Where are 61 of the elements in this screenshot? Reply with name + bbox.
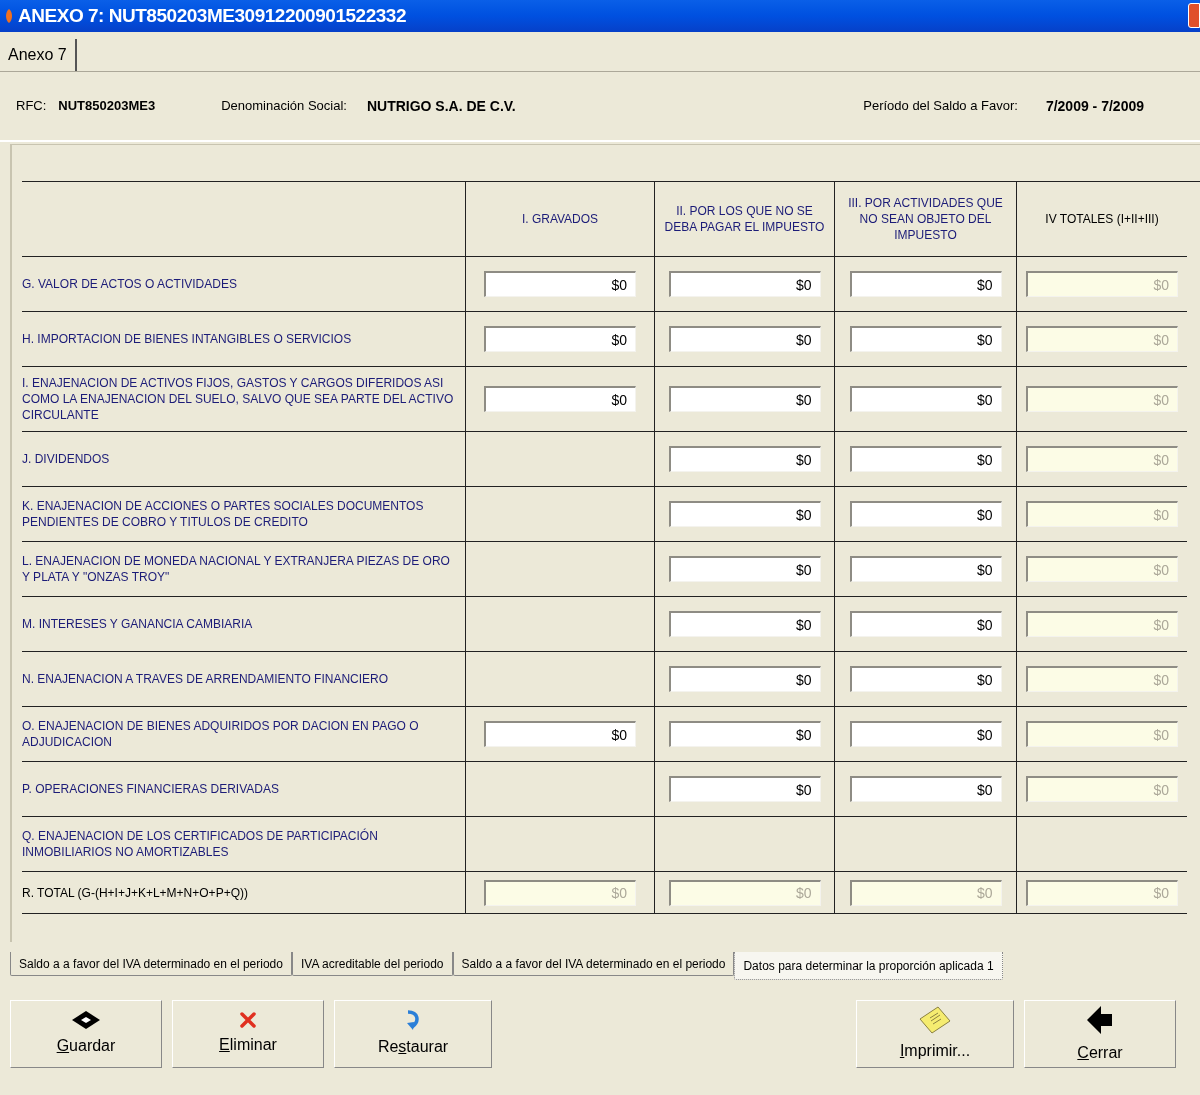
row-label: K. ENAJENACION DE ACCIONES O PARTES SOCIALES DOCUMENTOS PENDIENTES DE COBRO Y TITULOS DE CREDITO	[22, 498, 425, 530]
amount-field[interactable]: $0	[668, 721, 821, 747]
amount-field[interactable]: $0	[849, 386, 1002, 412]
rfc-label: RFC:	[16, 97, 47, 116]
action-button[interactable]: Imprimir...	[856, 1000, 1014, 1068]
row-label: J. DIVIDENDOS	[22, 451, 110, 467]
amount-field[interactable]: $0	[668, 386, 821, 412]
tab[interactable]: Saldo a a favor del IVA determinado en el periodo	[452, 952, 735, 976]
column-header: II. POR LOS QUE NO SE DEBA PAGAR EL IMPUESTO	[663, 203, 826, 235]
row-label: R. TOTAL (G-(H+I+J+K+L+M+N+O+P+Q))	[22, 884, 248, 901]
app-icon	[4, 8, 14, 24]
action-button[interactable]: Eliminar	[172, 1000, 324, 1068]
action-button[interactable]: Restaurar	[334, 1000, 492, 1068]
amount-field[interactable]: $0	[849, 776, 1002, 802]
amount-field[interactable]: $0	[668, 446, 821, 472]
amount-field[interactable]: $0	[849, 501, 1002, 527]
amount-field[interactable]: $0	[849, 611, 1002, 637]
company-name-value: NUTRIGO S.A. DE C.V.	[366, 96, 516, 116]
amount-field[interactable]: $0	[484, 386, 636, 412]
curved-arrow-icon	[404, 1009, 422, 1031]
amount-field[interactable]: $0	[849, 666, 1002, 692]
x-icon	[239, 1011, 257, 1029]
row-label: M. INTERESES Y GANANCIA CAMBIARIA	[22, 616, 253, 632]
period-value: 7/2009 - 7/2009	[1045, 96, 1144, 116]
column-header: IV TOTALES (I+II+III)	[1045, 211, 1159, 227]
rfc-value: NUT850203ME3	[58, 97, 156, 116]
column-header: I. GRAVADOS	[521, 211, 599, 227]
row-label: O. ENAJENACION DE BIENES ADQUIRIDOS POR DACION EN PAGO O ADJUDICACION	[22, 718, 420, 750]
row-label: N. ENAJENACION A TRAVES DE ARRENDAMIENTO FINANCIERO	[22, 671, 389, 687]
amount-field[interactable]: $0	[668, 611, 821, 637]
tab[interactable]: IVA acreditable del periodo	[291, 952, 453, 976]
row-label: I. ENAJENACION DE ACTIVOS FIJOS, GASTOS Y CARGOS DIFERIDOS ASI COMO LA ENAJENACION DEL SUELO, SALVO QUE SEA PARTE DEL ACTIVO CIRCULANTE	[22, 375, 455, 423]
close-button[interactable]	[1188, 3, 1200, 28]
company-name-label: Denominación Social:	[221, 97, 347, 116]
exit-button[interactable]: Cerrar	[1024, 1000, 1176, 1068]
amount-field[interactable]: $0	[484, 721, 636, 747]
amount-field[interactable]: $0	[668, 666, 821, 692]
period-label: Período del Saldo a Favor:	[863, 97, 1018, 116]
tab[interactable]: Saldo a a favor del IVA determinado en el periodo	[10, 952, 292, 976]
column-header: III. POR ACTIVIDADES QUE NO SEAN OBJETO DEL IMPUESTO	[847, 195, 1004, 243]
row-label: H. IMPORTACION DE BIENES INTANGIBLES O SERVICIOS	[22, 331, 352, 347]
amount-field[interactable]: $0	[849, 446, 1002, 472]
amount-field[interactable]: $0	[668, 556, 821, 582]
amount-field[interactable]: $0	[849, 721, 1002, 747]
row-label: L. ENAJENACION DE MONEDA NACIONAL Y EXTRANJERA PIEZAS DE ORO Y PLATA Y "ONZAS TROY"	[22, 553, 451, 585]
action-button[interactable]: Guardar	[10, 1000, 162, 1068]
amount-field[interactable]: $0	[484, 271, 636, 297]
amount-field[interactable]: $0	[668, 326, 821, 352]
window-title: ANEXO 7: NUT850203ME30912200901522332	[18, 3, 407, 28]
note-icon	[918, 1005, 952, 1035]
amount-field[interactable]: $0	[484, 326, 636, 352]
row-label: P. OPERACIONES FINANCIERAS DERIVADAS	[22, 781, 279, 797]
amount-field[interactable]: $0	[849, 556, 1002, 582]
row-label: Q. ENAJENACION DE LOS CERTIFICADOS DE PARTICIPACIÓN INMOBILIARIOS NO AMORTIZABLES	[22, 828, 379, 860]
row-label: G. VALOR DE ACTOS O ACTIVIDADES	[22, 276, 237, 292]
amount-field[interactable]: $0	[849, 271, 1002, 297]
amount-field[interactable]: $0	[849, 326, 1002, 352]
amount-field[interactable]: $0	[668, 501, 821, 527]
tab[interactable]: Datos para determinar la proporción aplicada 1	[734, 952, 1003, 980]
amount-field[interactable]: $0	[668, 271, 821, 297]
amount-field[interactable]: $0	[668, 776, 821, 802]
